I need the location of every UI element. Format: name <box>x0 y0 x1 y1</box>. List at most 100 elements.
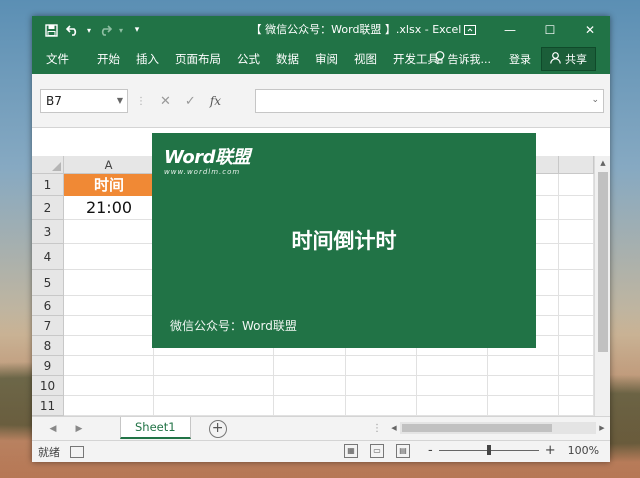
grid-cell[interactable] <box>559 376 594 396</box>
grid-cell[interactable] <box>559 336 594 356</box>
row-header-2[interactable]: 2 <box>32 196 64 220</box>
minimize-icon[interactable]: — <box>490 16 530 44</box>
grid-cell[interactable] <box>154 356 274 376</box>
sheet-next-icon[interactable]: ▶ <box>76 424 83 434</box>
name-box-dropdown-icon[interactable]: ▼ <box>117 90 123 112</box>
grid-cell[interactable] <box>559 196 594 220</box>
row-header-4[interactable]: 4 <box>32 244 64 270</box>
grid-cell[interactable] <box>559 174 594 196</box>
grid-cell[interactable] <box>488 356 559 376</box>
undo-dropdown-icon[interactable]: ▾ <box>84 19 94 41</box>
normal-view-icon[interactable]: ▦ <box>344 444 358 458</box>
cell-a1[interactable]: 时间 <box>64 174 154 196</box>
vertical-scrollbar[interactable]: ▲ ▼ <box>594 156 610 432</box>
add-sheet-icon[interactable]: + <box>208 419 227 438</box>
grid-cell[interactable] <box>559 396 594 416</box>
row-header-9[interactable]: 9 <box>32 356 64 376</box>
grid-cell[interactable] <box>488 396 559 416</box>
maximize-icon[interactable]: ☐ <box>530 16 570 44</box>
grid-cell[interactable] <box>64 336 154 356</box>
grid-cell[interactable] <box>559 296 594 316</box>
formula-input[interactable]: ⌄ <box>255 89 604 113</box>
grid-cell[interactable] <box>417 376 488 396</box>
customize-toolbar-icon[interactable]: ▾ <box>126 19 148 41</box>
undo-icon[interactable] <box>62 19 84 41</box>
grid-cell[interactable] <box>559 244 594 270</box>
tab-view[interactable]: 视图 <box>346 44 385 74</box>
zoom-in-icon[interactable]: + <box>545 443 556 458</box>
zoom-out-icon[interactable]: - <box>428 443 433 458</box>
tab-data[interactable]: 数据 <box>268 44 307 74</box>
redo-icon[interactable] <box>94 19 116 41</box>
row-header-10[interactable]: 10 <box>32 376 64 396</box>
grid-cell[interactable] <box>154 376 274 396</box>
grid-cell[interactable] <box>346 356 417 376</box>
login-link[interactable]: 登录 <box>499 51 541 67</box>
grid-cell[interactable] <box>64 220 154 244</box>
ribbon-display-icon[interactable] <box>450 16 490 44</box>
cancel-icon[interactable]: ✕ <box>160 94 171 109</box>
save-icon[interactable] <box>40 19 62 41</box>
grid-cell[interactable] <box>488 376 559 396</box>
page-layout-view-icon[interactable]: ▭ <box>370 444 384 458</box>
name-box[interactable]: B7 ▼ <box>40 89 128 113</box>
row-header-3[interactable]: 3 <box>32 220 64 244</box>
horizontal-scroll-thumb[interactable] <box>402 424 552 432</box>
horizontal-scrollbar[interactable]: ◀ ▶ <box>388 421 608 435</box>
grid-cell[interactable] <box>64 396 154 416</box>
grid-cell[interactable] <box>64 270 154 296</box>
grid-cell[interactable] <box>559 270 594 296</box>
grid-cell[interactable] <box>64 376 154 396</box>
sheet-prev-icon[interactable]: ◀ <box>50 424 57 434</box>
grid-cell[interactable] <box>559 220 594 244</box>
zoom-slider[interactable] <box>438 445 539 455</box>
scroll-up-icon[interactable]: ▲ <box>595 156 610 170</box>
grid-cell[interactable] <box>154 396 274 416</box>
column-header-g[interactable] <box>559 156 594 174</box>
tab-page-layout[interactable]: 页面布局 <box>167 44 229 74</box>
grid-cell[interactable] <box>346 376 417 396</box>
horizontal-scroll-track[interactable] <box>400 422 596 434</box>
page-break-view-icon[interactable]: ▤ <box>396 444 410 458</box>
grid-cell[interactable] <box>417 356 488 376</box>
grid-cell[interactable] <box>559 356 594 376</box>
tell-me-box[interactable]: 告诉我... <box>427 51 500 67</box>
vertical-scroll-thumb[interactable] <box>598 172 608 352</box>
share-button[interactable]: 共享 <box>541 47 596 71</box>
tab-insert[interactable]: 插入 <box>128 44 167 74</box>
row-header-7[interactable]: 7 <box>32 316 64 336</box>
redo-dropdown-icon[interactable]: ▾ <box>116 19 126 41</box>
cell-a2[interactable]: 21:00 <box>64 196 154 220</box>
column-header-a[interactable]: A <box>64 156 154 174</box>
row-header-1[interactable]: 1 <box>32 174 64 196</box>
grid-cell[interactable] <box>417 396 488 416</box>
row-header-6[interactable]: 6 <box>32 296 64 316</box>
expand-formula-bar-icon[interactable]: ⌄ <box>591 95 599 105</box>
tab-splitter-icon[interactable]: ⋮ <box>372 423 382 434</box>
grid-cell[interactable] <box>64 244 154 270</box>
zoom-level[interactable]: 100% <box>568 444 599 457</box>
grid-cell[interactable] <box>64 296 154 316</box>
scroll-right-icon[interactable]: ▶ <box>596 424 608 432</box>
tab-file[interactable]: 文件 <box>32 44 89 74</box>
scroll-left-icon[interactable]: ◀ <box>388 424 400 432</box>
macro-record-icon[interactable] <box>70 445 84 458</box>
insert-function-icon[interactable]: fx <box>210 94 221 108</box>
zoom-slider-knob[interactable] <box>486 445 491 455</box>
row-header-8[interactable]: 8 <box>32 336 64 356</box>
close-icon[interactable]: ✕ <box>570 16 610 44</box>
enter-icon[interactable]: ✓ <box>185 94 196 109</box>
grid-cell[interactable] <box>559 316 594 336</box>
grid-cell[interactable] <box>274 396 346 416</box>
grid-cell[interactable] <box>274 376 346 396</box>
row-header-5[interactable]: 5 <box>32 270 64 296</box>
tab-home[interactable]: 开始 <box>89 44 128 74</box>
grid-cell[interactable] <box>64 356 154 376</box>
grid-cell[interactable] <box>64 316 154 336</box>
tab-formulas[interactable]: 公式 <box>229 44 268 74</box>
row-header-11[interactable]: 11 <box>32 396 64 416</box>
grid-cell[interactable] <box>274 356 346 376</box>
select-all-button[interactable] <box>32 156 64 174</box>
grid-cell[interactable] <box>346 396 417 416</box>
drag-handle-icon[interactable]: ⋮ <box>136 96 146 107</box>
